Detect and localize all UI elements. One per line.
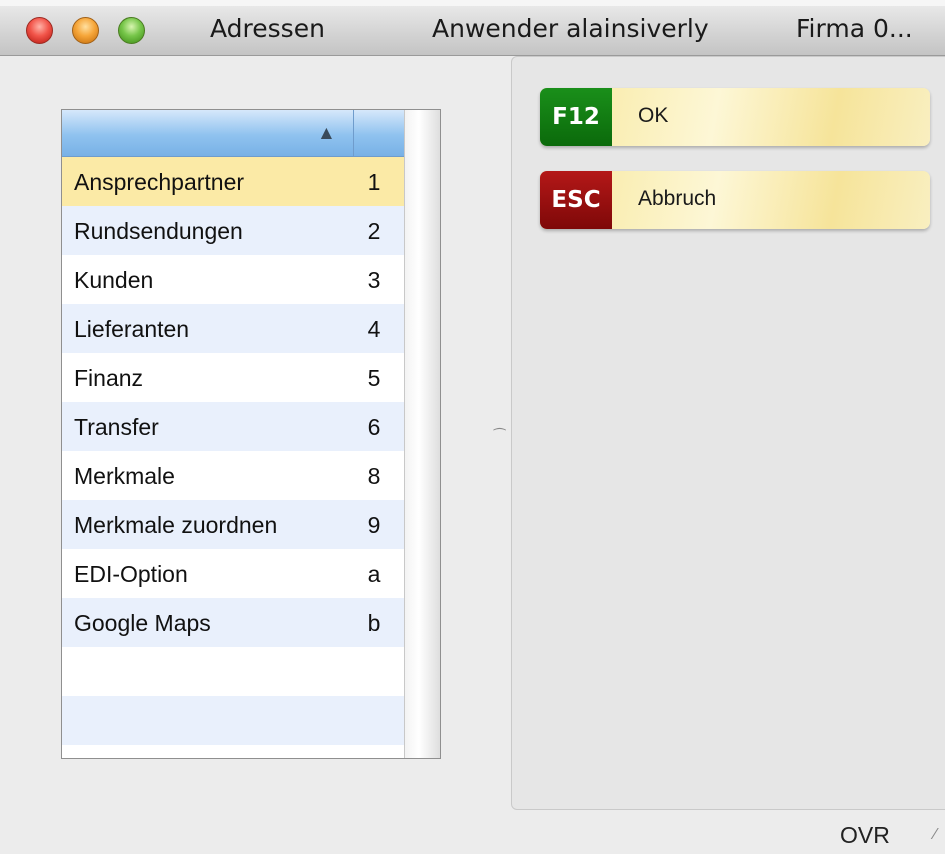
- list-item-label: Merkmale zuordnen: [74, 512, 278, 538]
- close-window-button[interactable]: [26, 17, 53, 44]
- cancel-button-label: Abbruch: [638, 187, 717, 210]
- cancel-button[interactable]: ESC Abbruch: [540, 171, 930, 229]
- list-item[interactable]: Lieferanten 4: [62, 304, 404, 353]
- overwrite-mode-indicator: OVR: [840, 822, 890, 848]
- window-title-company: Firma 0...: [796, 14, 913, 43]
- list-item[interactable]: Merkmale zuordnen 9: [62, 500, 404, 549]
- f12-key-badge: F12: [540, 88, 612, 146]
- list-item-label: EDI-Option: [74, 561, 188, 587]
- list-item-label: Google Maps: [74, 610, 211, 636]
- list-item-shortcut: 8: [367, 463, 381, 489]
- sort-ascending-icon: ▲: [317, 123, 336, 144]
- list-item[interactable]: EDI-Option a: [62, 549, 404, 598]
- list-item-shortcut: 4: [367, 316, 381, 342]
- column-header-key[interactable]: [355, 110, 404, 157]
- list-item-shortcut: 9: [367, 512, 381, 538]
- address-category-list[interactable]: ▲ Ansprechpartner 1 Rundsendungen 2 Kunden 3 L…: [61, 109, 441, 759]
- list-item-shortcut: 5: [367, 365, 381, 391]
- splitter-handle-icon[interactable]: ⁀: [494, 428, 505, 445]
- list-item-label: Merkmale: [74, 463, 175, 489]
- list-item[interactable]: Finanz 5: [62, 353, 404, 402]
- resize-grip-icon[interactable]: ⁄: [934, 826, 937, 844]
- list-item-label: Kunden: [74, 267, 154, 293]
- action-panel: [511, 56, 945, 810]
- list-item-shortcut: 3: [367, 267, 381, 293]
- list-item-shortcut: 1: [367, 169, 381, 195]
- minimize-window-button[interactable]: [72, 17, 99, 44]
- list-item[interactable]: Google Maps b: [62, 598, 404, 647]
- list-rows: Ansprechpartner 1 Rundsendungen 2 Kunden 3 Lie…: [62, 157, 404, 745]
- esc-key-badge: ESC: [540, 171, 612, 229]
- list-item-label: Rundsendungen: [74, 218, 243, 244]
- list-item-label: Transfer: [74, 414, 159, 440]
- list-item[interactable]: [62, 696, 404, 745]
- list-item[interactable]: Rundsendungen 2: [62, 206, 404, 255]
- list-item[interactable]: [62, 647, 404, 696]
- list-item-label: Lieferanten: [74, 316, 190, 342]
- list-item-shortcut: 6: [367, 414, 381, 440]
- ok-button[interactable]: F12 OK: [540, 88, 930, 146]
- list-item[interactable]: Kunden 3: [62, 255, 404, 304]
- list-item-shortcut: b: [367, 610, 381, 636]
- list-item-label: Ansprechpartner: [74, 169, 245, 195]
- list-scrollbar[interactable]: [404, 110, 440, 758]
- list-item-shortcut: a: [367, 561, 381, 587]
- zoom-window-button[interactable]: [118, 17, 145, 44]
- title-bar: Adressen Anwender alainsiverly Firma 0..…: [0, 0, 945, 56]
- list-item[interactable]: Ansprechpartner 1: [62, 157, 404, 206]
- list-item[interactable]: Transfer 6: [62, 402, 404, 451]
- window-title-user: Anwender alainsiverly: [432, 14, 709, 43]
- window-title-module: Adressen: [210, 14, 325, 43]
- list-item-label: Finanz: [74, 365, 144, 391]
- list-item[interactable]: Merkmale 8: [62, 451, 404, 500]
- ok-button-label: OK: [638, 104, 669, 127]
- column-header-name[interactable]: ▲: [62, 110, 354, 157]
- list-item-shortcut: 2: [367, 218, 381, 244]
- list-header: ▲: [62, 110, 404, 157]
